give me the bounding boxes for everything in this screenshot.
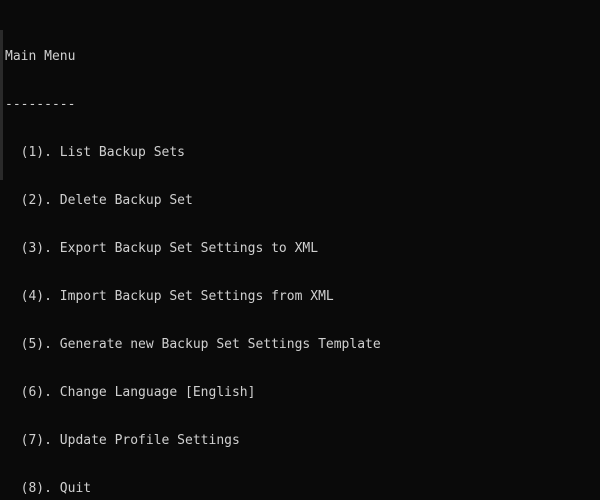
main-menu-item-6[interactable]: (6). Change Language [English] bbox=[5, 385, 600, 401]
main-menu-item-1[interactable]: (1). List Backup Sets bbox=[5, 145, 600, 161]
main-menu-item-7[interactable]: (7). Update Profile Settings bbox=[5, 433, 600, 449]
main-menu-item-2[interactable]: (2). Delete Backup Set bbox=[5, 193, 600, 209]
main-menu-item-4[interactable]: (4). Import Backup Set Settings from XML bbox=[5, 289, 600, 305]
main-menu-separator-top: --------- bbox=[5, 97, 76, 112]
terminal-window[interactable]: Main Menu --------- (1). List Backup Set… bbox=[0, 0, 600, 500]
main-menu-item-5[interactable]: (5). Generate new Backup Set Settings Te… bbox=[5, 337, 600, 353]
main-menu-title: Main Menu bbox=[5, 49, 76, 64]
main-menu-item-8[interactable]: (8). Quit bbox=[5, 481, 600, 497]
terminal-screen: Main Menu --------- (1). List Backup Set… bbox=[1, 1, 600, 500]
main-menu-item-3[interactable]: (3). Export Backup Set Settings to XML bbox=[5, 241, 600, 257]
